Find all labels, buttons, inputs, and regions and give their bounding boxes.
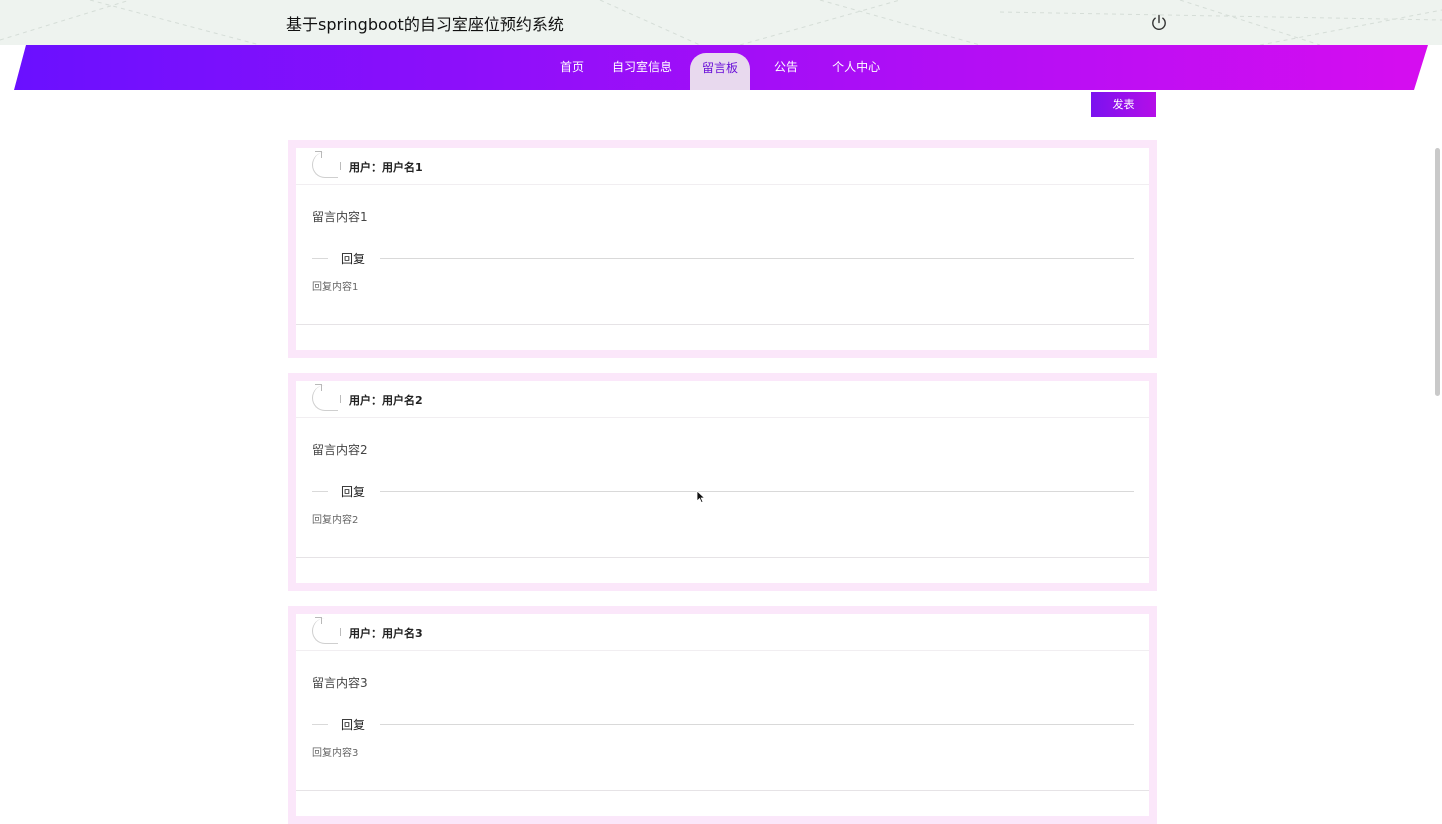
message-header: 用户：用户名3 <box>296 614 1149 651</box>
nav-item-study-room-info[interactable]: 自习室信息 <box>600 45 684 90</box>
nav-item-message-board[interactable]: 留言板 <box>690 53 751 90</box>
divider-line-left <box>312 724 328 725</box>
reply-label: 回复 <box>341 718 366 732</box>
divider-line-left <box>312 491 328 492</box>
avatar <box>312 151 338 178</box>
message-content: 留言内容2 <box>312 443 368 457</box>
reply-content: 回复内容1 <box>312 282 359 293</box>
message-username: 用户：用户名1 <box>349 161 423 174</box>
card-footer-line <box>296 324 1149 325</box>
power-icon[interactable] <box>1150 14 1168 32</box>
divider-line-right <box>380 724 1134 725</box>
header-background-pattern <box>0 0 1442 45</box>
nav-item-home[interactable]: 首页 <box>548 45 596 90</box>
page-scrollbar[interactable] <box>1435 148 1440 396</box>
reply-divider: 回复 <box>312 483 1134 499</box>
publish-button[interactable]: 发表 <box>1091 92 1156 117</box>
reply-content: 回复内容3 <box>312 748 359 759</box>
avatar <box>312 617 338 644</box>
reply-divider: 回复 <box>312 716 1134 732</box>
avatar <box>312 384 338 411</box>
message-card: 用户：用户名3 留言内容3 回复 回复内容3 <box>288 606 1157 824</box>
message-header: 用户：用户名1 <box>296 148 1149 185</box>
message-card-body: 用户：用户名3 留言内容3 回复 回复内容3 <box>296 614 1149 816</box>
message-card-body: 用户：用户名1 留言内容1 回复 回复内容1 <box>296 148 1149 350</box>
message-card-body: 用户：用户名2 留言内容2 回复 回复内容2 <box>296 381 1149 583</box>
main-nav: 首页 自习室信息 留言板 公告 个人中心 <box>0 45 1442 90</box>
reply-label: 回复 <box>341 252 366 266</box>
header-separator <box>340 395 341 403</box>
mouse-cursor-icon <box>696 490 706 504</box>
card-footer-line <box>296 557 1149 558</box>
divider-line-right <box>380 491 1134 492</box>
site-title: 基于springboot的自习室座位预约系统 <box>286 15 564 34</box>
header-separator <box>340 628 341 636</box>
message-card: 用户：用户名2 留言内容2 回复 回复内容2 <box>288 373 1157 591</box>
nav-item-announcements[interactable]: 公告 <box>762 45 810 90</box>
reply-content: 回复内容2 <box>312 515 359 526</box>
divider-line-left <box>312 258 328 259</box>
message-username: 用户：用户名2 <box>349 394 423 407</box>
divider-line-right <box>380 258 1134 259</box>
message-header: 用户：用户名2 <box>296 381 1149 418</box>
card-footer-line <box>296 790 1149 791</box>
reply-divider: 回复 <box>312 250 1134 266</box>
message-card: 用户：用户名1 留言内容1 回复 回复内容1 <box>288 140 1157 358</box>
top-header: 基于springboot的自习室座位预约系统 <box>0 0 1442 45</box>
message-username: 用户：用户名3 <box>349 627 423 640</box>
nav-items: 首页 自习室信息 留言板 公告 个人中心 <box>548 45 892 90</box>
message-content: 留言内容1 <box>312 210 368 224</box>
nav-item-personal-center[interactable]: 个人中心 <box>820 45 892 90</box>
message-content: 留言内容3 <box>312 676 368 690</box>
reply-label: 回复 <box>341 485 366 499</box>
header-separator <box>340 162 341 170</box>
